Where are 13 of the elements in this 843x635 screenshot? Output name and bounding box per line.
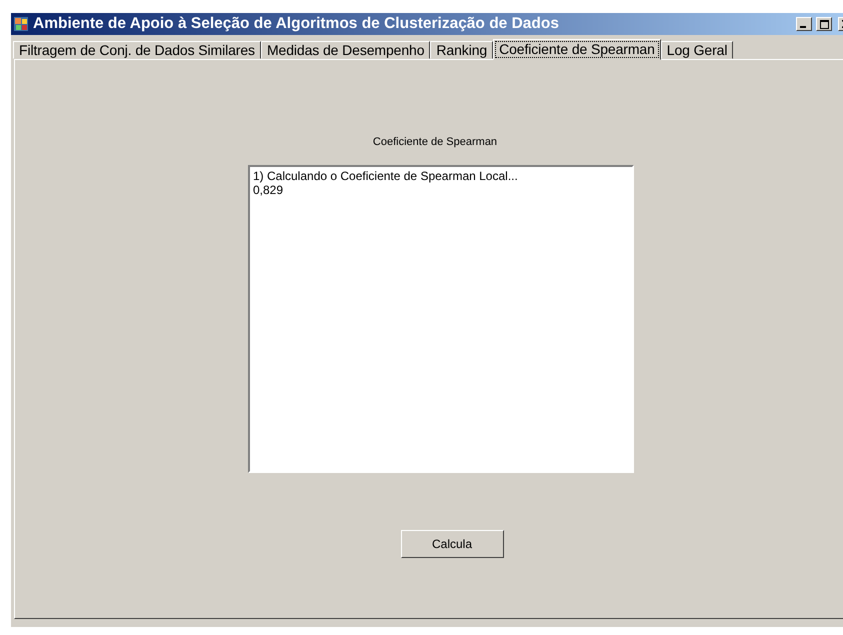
output-text-area[interactable]: 1) Calculando o Coeficiente de Spearman Local... 0,829 (248, 165, 634, 473)
tab[interactable]: Coeficiente de Spearman (493, 39, 661, 60)
window-title: Ambiente de Apoio à Seleção de Algoritmos de Clusterização de Dados (33, 15, 560, 33)
tab[interactable]: Filtragem de Conj. de Dados Similares (13, 41, 261, 59)
calculate-button[interactable]: Calcula (400, 530, 504, 558)
tab[interactable]: Ranking (430, 41, 494, 59)
maximize-icon (820, 20, 828, 28)
app-icon (13, 16, 29, 32)
minimize-button[interactable] (796, 17, 812, 31)
tab[interactable]: Log Geral (660, 41, 734, 59)
tab[interactable]: Medidas de Desempenho (260, 41, 430, 59)
section-heading: Coeficiente de Spearman (372, 136, 498, 148)
maximize-button[interactable] (816, 17, 832, 31)
